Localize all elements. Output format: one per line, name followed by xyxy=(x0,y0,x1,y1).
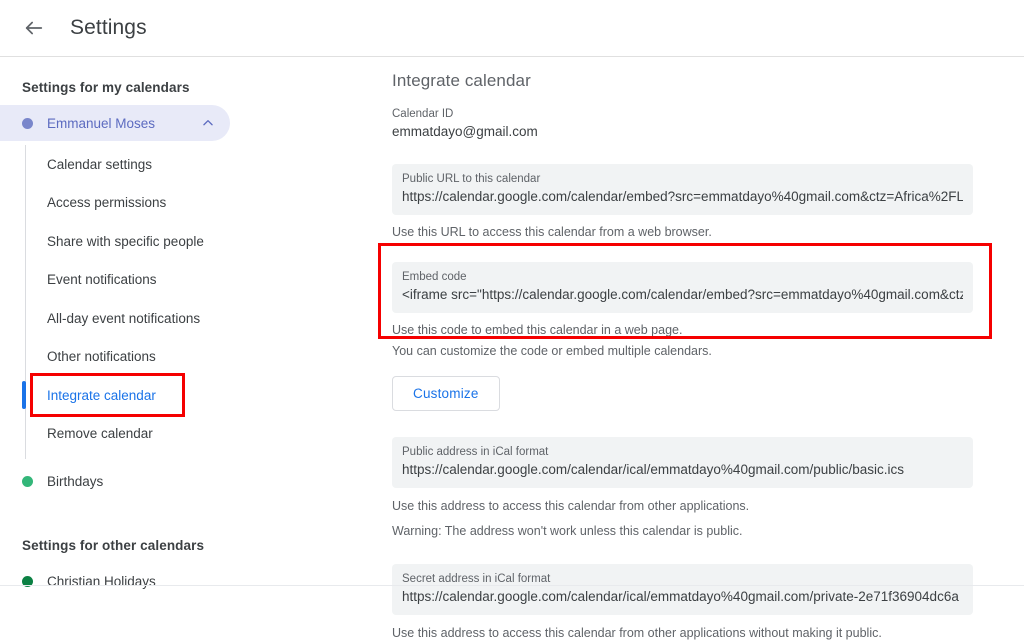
public-url-helper: Use this URL to access this calendar fro… xyxy=(392,225,712,239)
sidebar-calendar-label: Birthdays xyxy=(47,473,104,489)
embed-code-helper-1: Use this code to embed this calendar in … xyxy=(392,323,683,337)
settings-body: Settings for my calendars Emmanuel Moses… xyxy=(0,57,1024,640)
sidebar-calendar-birthdays[interactable]: Birthdays xyxy=(0,463,380,499)
sidebar-calendar-label: Christian Holidays xyxy=(47,573,156,589)
app-header: Settings xyxy=(0,0,1024,57)
secret-ical-helper-1: Use this address to access this calendar… xyxy=(392,626,882,640)
sidebar-item-integrate-calendar[interactable]: Integrate calendar xyxy=(0,376,380,415)
public-url-label: Public URL to this calendar xyxy=(402,173,541,185)
embed-code-field[interactable]: Embed code <iframe src="https://calendar… xyxy=(392,262,973,313)
my-calendars-heading: Settings for my calendars xyxy=(22,80,190,95)
sidebar-calendar-label: Emmanuel Moses xyxy=(47,115,156,131)
public-url-value: https://calendar.google.com/calendar/emb… xyxy=(402,189,963,204)
page-title: Settings xyxy=(70,16,147,39)
calendar-color-dot xyxy=(22,475,33,487)
sidebar-item-access-permissions[interactable]: Access permissions xyxy=(0,184,380,223)
sidebar-item-remove-calendar[interactable]: Remove calendar xyxy=(0,415,380,454)
secret-ical-field[interactable]: Secret address in iCal format https://ca… xyxy=(392,564,973,615)
calendar-color-dot xyxy=(22,117,33,129)
embed-code-label: Embed code xyxy=(402,271,467,283)
public-ical-helper-1: Use this address to access this calendar… xyxy=(392,499,750,513)
settings-sidebar: Settings for my calendars Emmanuel Moses… xyxy=(0,57,380,589)
other-calendars-heading: Settings for other calendars xyxy=(22,538,205,553)
integrate-calendar-panel: Integrate calendar Calendar ID emmatdayo… xyxy=(380,57,1024,640)
sidebar-item-calendar-settings[interactable]: Calendar settings xyxy=(0,145,380,184)
sidebar-calendar-christian-holidays[interactable]: Christian Holidays xyxy=(0,563,380,599)
secret-ical-value: https://calendar.google.com/calendar/ica… xyxy=(402,589,959,604)
embed-code-value: <iframe src="https://calendar.google.com… xyxy=(402,287,963,302)
chevron-up-icon[interactable] xyxy=(200,115,216,131)
public-ical-label: Public address in iCal format xyxy=(402,446,549,458)
arrow-left-icon xyxy=(23,17,45,39)
public-ical-field[interactable]: Public address in iCal format https://ca… xyxy=(392,437,973,488)
sidebar-item-all-day-event-notifications[interactable]: All-day event notifications xyxy=(0,299,380,338)
public-ical-helper-2: Warning: The address won't work unless t… xyxy=(392,524,743,538)
public-url-field[interactable]: Public URL to this calendar https://cale… xyxy=(392,164,973,215)
public-ical-value: https://calendar.google.com/calendar/ica… xyxy=(402,462,905,477)
sidebar-calendar-emmanuel-moses[interactable]: Emmanuel Moses xyxy=(0,105,230,141)
embed-code-helper-2: You can customize the code or embed mult… xyxy=(392,344,712,358)
sidebar-item-other-notifications[interactable]: Other notifications xyxy=(0,338,380,377)
calendar-id-value: emmatdayo@gmail.com xyxy=(392,124,538,139)
customize-button[interactable]: Customize xyxy=(392,376,500,411)
sidebar-item-event-notifications[interactable]: Event notifications xyxy=(0,261,380,300)
section-title: Integrate calendar xyxy=(392,71,531,90)
calendar-id-label: Calendar ID xyxy=(392,108,454,120)
back-button[interactable] xyxy=(14,8,54,48)
sidebar-item-share-with-specific-people[interactable]: Share with specific people xyxy=(0,222,380,261)
sidebar-subnav: Calendar settings Access permissions Sha… xyxy=(0,145,380,459)
